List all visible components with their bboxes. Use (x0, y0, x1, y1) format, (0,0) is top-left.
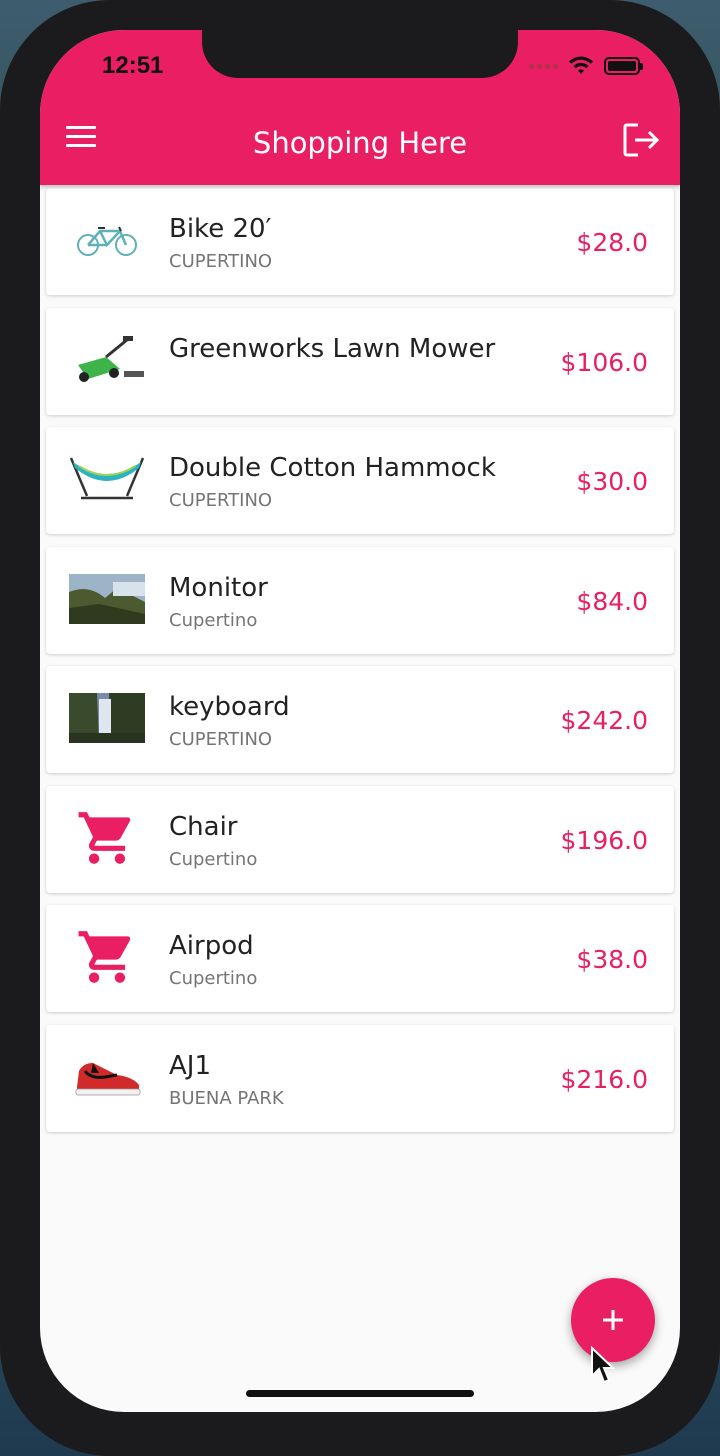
list-item[interactable]: keyboard CUPERTINO $242.0 (46, 666, 674, 773)
item-title: Bike 20′ (169, 214, 272, 244)
plus-icon (603, 1310, 623, 1330)
item-location: CUPERTINO (169, 490, 273, 511)
item-location: Cupertino (169, 609, 258, 631)
hammock-image (68, 450, 146, 508)
app-title: Shopping Here (252, 126, 468, 160)
item-price: $216.0 (560, 1064, 648, 1094)
cart-icon (68, 809, 146, 867)
signal-icon (529, 63, 558, 69)
status-icons (529, 56, 643, 76)
battery-icon (604, 57, 643, 75)
item-title: AJ1 (169, 1050, 211, 1081)
item-title: Airpod (169, 931, 254, 961)
item-location: Cupertino (169, 848, 258, 870)
waterfall-photo (68, 689, 146, 747)
item-title: Double Cotton Hammock (169, 453, 496, 483)
item-price: $84.0 (576, 586, 648, 616)
product-list: Bike 20′ CUPERTINO $28.0 Greenworks Lawn… (46, 188, 674, 1144)
list-item[interactable]: Monitor Cupertino $84.0 (46, 546, 674, 654)
app-bar: 12:51 Shopping Here (40, 30, 680, 185)
item-title: keyboard (169, 692, 290, 722)
phone-frame: 12:51 Shopping Here Bike 20′ CUPERTINO $… (0, 0, 720, 1456)
status-time: 12:51 (102, 52, 164, 79)
notch (202, 30, 518, 78)
item-location: Cupertino (169, 968, 258, 989)
item-price: $30.0 (576, 467, 648, 496)
item-location: BUENA PARK (169, 1087, 284, 1109)
list-item[interactable]: Greenworks Lawn Mower $106.0 (46, 307, 674, 415)
item-location: CUPERTINO (169, 251, 273, 272)
mouse-cursor-icon (591, 1346, 616, 1384)
item-price: $106.0 (560, 347, 648, 377)
item-title: Greenworks Lawn Mower (169, 333, 496, 364)
logout-icon (623, 123, 660, 157)
screen: 12:51 Shopping Here Bike 20′ CUPERTINO $… (40, 30, 680, 1412)
list-item[interactable]: Double Cotton Hammock CUPERTINO $30.0 (46, 427, 674, 534)
sneaker-image (68, 1048, 146, 1106)
logout-button[interactable] (622, 122, 662, 158)
list-item[interactable]: Bike 20′ CUPERTINO $28.0 (46, 188, 674, 295)
home-indicator[interactable] (246, 1390, 474, 1397)
item-price: $196.0 (560, 825, 648, 855)
item-price: $242.0 (560, 706, 648, 735)
item-price: $38.0 (576, 945, 648, 974)
wifi-icon (569, 56, 593, 74)
item-title: Monitor (169, 572, 268, 603)
item-title: Chair (169, 811, 238, 842)
bike-image (68, 211, 146, 269)
landscape-photo (68, 570, 146, 628)
list-item[interactable]: AJ1 BUENA PARK $216.0 (46, 1024, 674, 1132)
item-location: CUPERTINO (169, 729, 273, 750)
list-item[interactable]: Airpod Cupertino $38.0 (46, 905, 674, 1012)
list-item[interactable]: Chair Cupertino $196.0 (46, 785, 674, 893)
cart-icon (68, 928, 146, 986)
lawn-mower-image (68, 331, 146, 389)
item-price: $28.0 (576, 228, 648, 257)
